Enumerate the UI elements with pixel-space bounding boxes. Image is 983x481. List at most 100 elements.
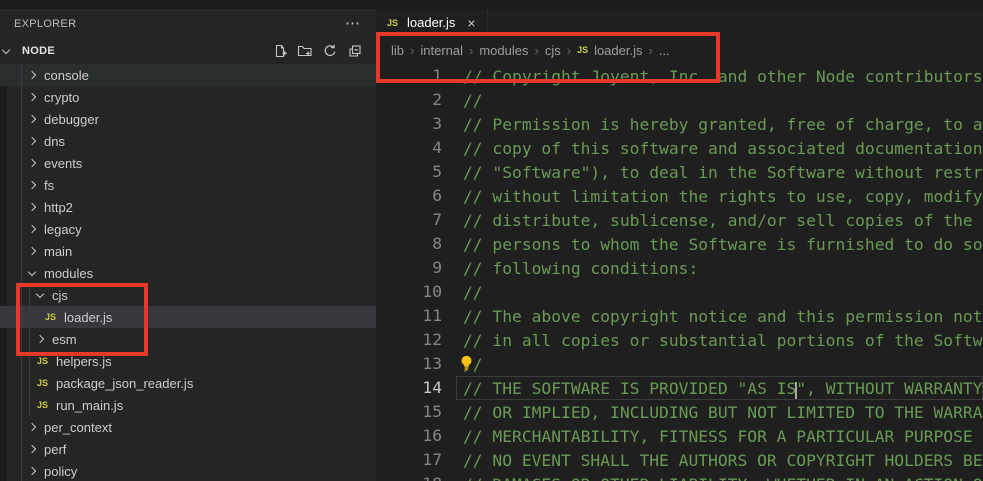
breadcrumb-item-lib[interactable]: lib: [391, 43, 404, 58]
line-content: // without limitation the rights to use,…: [456, 184, 983, 208]
tree-row-main[interactable]: main: [0, 240, 376, 262]
refresh-icon[interactable]: [322, 43, 338, 59]
vscode-window: EXPLORER ⋯ NODE: [0, 0, 983, 481]
code-line: 11 // The above copyright notice and thi…: [376, 304, 983, 328]
file-tree: console crypto debugger dns events fs ht…: [0, 64, 376, 481]
tree-row-console[interactable]: console: [0, 64, 376, 86]
chevron-right-icon[interactable]: [28, 71, 36, 79]
comment-text: // distribute, sublicense, and/or sell c…: [463, 211, 983, 230]
new-folder-icon[interactable]: [297, 43, 313, 59]
breadcrumb-item-modules[interactable]: modules: [479, 43, 528, 58]
chevron-right-icon[interactable]: [28, 115, 36, 123]
tree-row-label: debugger: [44, 112, 99, 127]
tree-row-cjs[interactable]: cjs: [0, 284, 376, 306]
code-line: 1 // Copyright Joyent, Inc. and other No…: [376, 64, 983, 88]
code-line: 16 // MERCHANTABILITY, FITNESS FOR A PAR…: [376, 424, 983, 448]
tree-row-fs[interactable]: fs: [0, 174, 376, 196]
tree-row-legacy[interactable]: legacy: [0, 218, 376, 240]
code-line: 10 //: [376, 280, 983, 304]
new-file-icon[interactable]: [272, 43, 288, 59]
breadcrumb-separator-icon: ›: [469, 43, 473, 58]
line-number: 11: [376, 304, 442, 328]
chevron-right-icon[interactable]: [28, 181, 36, 189]
breadcrumb-separator-icon: ›: [534, 43, 538, 58]
tree-row-run-main-js[interactable]: JSrun_main.js: [0, 394, 376, 416]
indent-guide: [21, 64, 22, 481]
code-line: 14 // THE SOFTWARE IS PROVIDED "AS IS", …: [376, 376, 983, 400]
code-area[interactable]: 1 // Copyright Joyent, Inc. and other No…: [376, 64, 983, 481]
tree-row-label: dns: [44, 134, 65, 149]
breadcrumb-item--[interactable]: ...: [659, 43, 670, 58]
tree-row-loader-js[interactable]: JSloader.js: [0, 306, 376, 328]
breadcrumb-separator-icon: ›: [410, 43, 414, 58]
line-number: 4: [376, 136, 442, 160]
code-line: 6 // without limitation the rights to us…: [376, 184, 983, 208]
breadcrumb-item-loader-js[interactable]: loader.js: [594, 43, 642, 58]
tree-row-label: events: [44, 156, 82, 171]
line-content: //: [456, 352, 983, 376]
tree-row-modules[interactable]: modules: [0, 262, 376, 284]
comment-text: // following conditions:: [463, 259, 698, 278]
line-number: 15: [376, 400, 442, 424]
tree-row-http2[interactable]: http2: [0, 196, 376, 218]
breadcrumb-item-cjs[interactable]: cjs: [545, 43, 561, 58]
js-file-icon: JS: [387, 18, 402, 28]
chevron-right-icon[interactable]: [28, 445, 36, 453]
chevron-right-icon[interactable]: [28, 467, 36, 475]
chevron-right-icon[interactable]: [28, 247, 36, 255]
code-line: 15 // OR IMPLIED, INCLUDING BUT NOT LIMI…: [376, 400, 983, 424]
chevron-right-icon[interactable]: [28, 93, 36, 101]
more-actions-icon[interactable]: ⋯: [345, 19, 360, 29]
chevron-right-icon[interactable]: [28, 423, 36, 431]
chevron-right-icon[interactable]: [28, 203, 36, 211]
line-number: 7: [376, 208, 442, 232]
js-file-icon: JS: [37, 378, 52, 388]
line-number: 13: [376, 352, 442, 376]
indent-guide: [37, 306, 38, 328]
tab-loader-js[interactable]: JS loader.js ×: [376, 9, 488, 36]
tree-row-esm[interactable]: esm: [0, 328, 376, 350]
lightbulb-icon[interactable]: [458, 355, 475, 376]
collapse-folders-icon[interactable]: [347, 43, 363, 59]
tree-row-label: policy: [44, 464, 77, 479]
code-line: 13 //: [376, 352, 983, 376]
chevron-right-icon[interactable]: [28, 159, 36, 167]
comment-text: // "Software"), to deal in the Software …: [463, 163, 983, 182]
comment-text: // Permission is hereby granted, free of…: [463, 115, 983, 134]
explorer-header: EXPLORER ⋯: [0, 9, 376, 38]
line-number: 8: [376, 232, 442, 256]
chevron-down-icon[interactable]: [36, 289, 44, 297]
line-content: // "Software"), to deal in the Software …: [456, 160, 983, 184]
line-content: // OR IMPLIED, INCLUDING BUT NOT LIMITED…: [456, 400, 983, 424]
chevron-right-icon[interactable]: [28, 225, 36, 233]
tree-row-debugger[interactable]: debugger: [0, 108, 376, 130]
comment-text: // THE SOFTWARE IS PROVIDED "AS IS", WIT…: [463, 379, 983, 398]
tab-label: loader.js: [407, 15, 455, 30]
tree-row-policy[interactable]: policy: [0, 460, 376, 481]
tree-row-label: main: [44, 244, 72, 259]
tree-row-label: modules: [44, 266, 93, 281]
tree-row-events[interactable]: events: [0, 152, 376, 174]
line-number: 10: [376, 280, 442, 304]
tree-row-helpers-js[interactable]: JShelpers.js: [0, 350, 376, 372]
tree-row-package-json-reader-js[interactable]: JSpackage_json_reader.js: [0, 372, 376, 394]
tree-row-per-context[interactable]: per_context: [0, 416, 376, 438]
line-content: // distribute, sublicense, and/or sell c…: [456, 208, 983, 232]
tree-row-perf[interactable]: perf: [0, 438, 376, 460]
chevron-right-icon[interactable]: [36, 335, 44, 343]
tree-row-label: http2: [44, 200, 73, 215]
chevron-down-icon[interactable]: [28, 267, 36, 275]
comment-text: // Copyright Joyent, Inc. and other Node…: [463, 67, 983, 86]
tree-row-crypto[interactable]: crypto: [0, 86, 376, 108]
node-section-header[interactable]: NODE: [0, 38, 376, 64]
code-line: 4 // copy of this software and associate…: [376, 136, 983, 160]
line-number: 6: [376, 184, 442, 208]
comment-text: // DAMAGES OR OTHER LIABILITY, WHETHER I…: [463, 475, 983, 481]
line-number: 9: [376, 256, 442, 280]
line-number: 16: [376, 424, 442, 448]
chevron-right-icon[interactable]: [28, 137, 36, 145]
tree-row-dns[interactable]: dns: [0, 130, 376, 152]
breadcrumb-item-internal[interactable]: internal: [420, 43, 463, 58]
js-file-icon: JS: [577, 45, 591, 55]
close-icon[interactable]: ×: [467, 15, 475, 31]
